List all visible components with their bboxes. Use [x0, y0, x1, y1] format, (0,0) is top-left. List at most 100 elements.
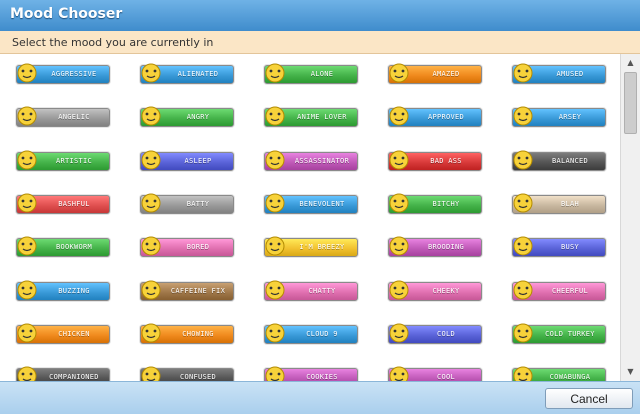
mood-label: BROODING	[427, 243, 465, 252]
chicken-icon	[17, 323, 37, 343]
mood-button-cheerful[interactable]: CHEERFUL	[512, 280, 606, 301]
mood-button-bashful[interactable]: BASHFUL	[16, 193, 110, 214]
thumbs-up-icon	[389, 106, 409, 126]
sleepy-face-icon	[141, 150, 161, 170]
mood-button-anime-lover[interactable]: ANIME LOVER	[264, 106, 358, 128]
mood-button-cloud-9[interactable]: CLOUD 9	[264, 323, 358, 344]
mood-button-caffeine-fix[interactable]: CAFFEINE FIX	[140, 280, 234, 301]
mood-label: AMAZED	[432, 70, 460, 78]
title-bar: Mood Chooser	[0, 0, 640, 32]
cancel-button[interactable]: Cancel	[545, 388, 633, 409]
mood-label: COOKIES	[306, 373, 338, 381]
two-angry-faces-icon	[389, 193, 409, 213]
mood-label: BLAH	[560, 199, 580, 208]
mood-label: COLD TURKEY	[545, 329, 595, 338]
mood-button-chatty[interactable]: CHATTY	[264, 280, 358, 301]
scroll-thumb[interactable]	[624, 72, 637, 134]
mood-button-benevolent[interactable]: BENEVOLENT	[264, 193, 358, 214]
book-icon	[17, 236, 37, 256]
mood-label: COLD	[436, 329, 456, 338]
mood-button-amazed[interactable]: AMAZED	[388, 63, 482, 84]
mood-button-bad-ass[interactable]: BAD ASS	[388, 150, 482, 171]
instruction-bar: Select the mood you are currently in	[0, 31, 640, 54]
bat-icon	[141, 193, 161, 213]
mood-button-confused[interactable]: CONFUSED	[140, 366, 234, 381]
tongue-face-icon	[389, 280, 409, 299]
mood-label: ALIENATED	[177, 70, 219, 78]
coffee-cup-icon	[141, 280, 161, 299]
mood-button-batty[interactable]: BATTY	[140, 193, 234, 214]
mood-label: CLOUD 9	[306, 329, 338, 338]
mood-label: BALANCED	[551, 156, 589, 165]
scroll-up-arrow-icon[interactable]: ▲	[623, 56, 638, 70]
mood-button-blah[interactable]: BLAH	[512, 193, 606, 214]
bee-icon	[513, 236, 533, 256]
mood-label: COWABUNGA	[549, 373, 591, 381]
angry-face-icon	[17, 63, 37, 83]
mood-label: AMUSED	[556, 70, 584, 78]
alien-icon	[141, 63, 161, 83]
mood-button-companioned[interactable]: COMPANIONED	[16, 366, 110, 381]
mood-label: ANIME LOVER	[297, 113, 347, 122]
mood-label: ANGELIC	[58, 113, 90, 122]
mood-button-chowing[interactable]: CHOWING	[140, 323, 234, 344]
vertical-scrollbar[interactable]: ▲ ▼	[620, 54, 640, 381]
mood-label: CHATTY	[308, 286, 336, 295]
mood-button-assassinator[interactable]: ASSASSINATOR	[264, 150, 358, 171]
mood-button-cool[interactable]: COOL	[388, 366, 482, 381]
mood-button-alone[interactable]: ALONE	[264, 63, 358, 84]
mood-button-artistic[interactable]: ARTISTIC	[16, 150, 110, 171]
mood-button-balanced[interactable]: BALANCED	[512, 150, 606, 171]
chatty-faces-icon	[265, 280, 285, 299]
cookie-icon	[265, 366, 285, 381]
mood-button-aggressive[interactable]: AGGRESSIVE	[16, 63, 110, 84]
mood-button-i-m-breezy[interactable]: I'M BREEZY	[264, 236, 358, 258]
mood-button-busy[interactable]: BUSY	[512, 236, 606, 258]
brooding-face-icon	[389, 236, 409, 256]
mood-button-arsey[interactable]: ARSEY	[512, 106, 606, 128]
mood-label: ALONE	[310, 70, 334, 78]
mood-button-buzzing[interactable]: BUZZING	[16, 280, 110, 301]
mood-button-angelic[interactable]: ANGELIC	[16, 106, 110, 128]
mood-label: CAFFEINE FIX	[170, 286, 226, 295]
mood-button-chicken[interactable]: CHICKEN	[16, 323, 110, 344]
mood-label: BASHFUL	[58, 199, 90, 208]
cold-face-icon	[389, 323, 409, 343]
anime-face-icon	[265, 106, 285, 126]
mood-button-cheeky[interactable]: CHEEKY	[388, 280, 482, 301]
yin-yang-icon	[513, 150, 533, 170]
mood-button-bored[interactable]: BORED	[140, 236, 234, 258]
mood-button-alienated[interactable]: ALIENATED	[140, 63, 234, 84]
cold-turkey-face-icon	[513, 323, 533, 343]
mood-label: COMPANIONED	[49, 373, 99, 381]
mood-label: CHICKEN	[58, 329, 90, 338]
mood-label: BATTY	[186, 199, 210, 208]
mood-label: ASSASSINATOR	[294, 156, 350, 165]
angel-icon	[17, 106, 37, 126]
mood-button-cold[interactable]: COLD	[388, 323, 482, 344]
scroll-down-arrow-icon[interactable]: ▼	[623, 365, 638, 379]
mood-button-amused[interactable]: AMUSED	[512, 63, 606, 84]
panda-icon	[17, 366, 37, 381]
mood-label: CHEEKY	[432, 286, 460, 295]
angry-red-face-icon	[141, 106, 161, 126]
mood-label: I'M BREEZY	[299, 243, 345, 252]
amazed-face-icon	[389, 63, 409, 83]
instruction-text: Select the mood you are currently in	[12, 36, 214, 49]
mood-button-approved[interactable]: APPROVED	[388, 106, 482, 128]
mood-button-asleep[interactable]: ASLEEP	[140, 150, 234, 171]
mood-label: ANGRY	[186, 113, 210, 122]
mood-label: ARTISTIC	[55, 156, 93, 165]
mood-button-cookies[interactable]: COOKIES	[264, 366, 358, 381]
cheerful-face-icon	[513, 280, 533, 299]
mood-label: CHOWING	[182, 329, 214, 338]
mood-button-bookworm[interactable]: BOOKWORM	[16, 236, 110, 258]
mood-button-cold-turkey[interactable]: COLD TURKEY	[512, 323, 606, 344]
pill-icon	[17, 280, 37, 299]
mood-button-cowabunga[interactable]: COWABUNGA	[512, 366, 606, 381]
mood-label: BITCHY	[432, 199, 460, 208]
mood-label: CONFUSED	[179, 373, 217, 381]
mood-button-bitchy[interactable]: BITCHY	[388, 193, 482, 214]
mood-button-brooding[interactable]: BROODING	[388, 236, 482, 258]
mood-button-angry[interactable]: ANGRY	[140, 106, 234, 128]
